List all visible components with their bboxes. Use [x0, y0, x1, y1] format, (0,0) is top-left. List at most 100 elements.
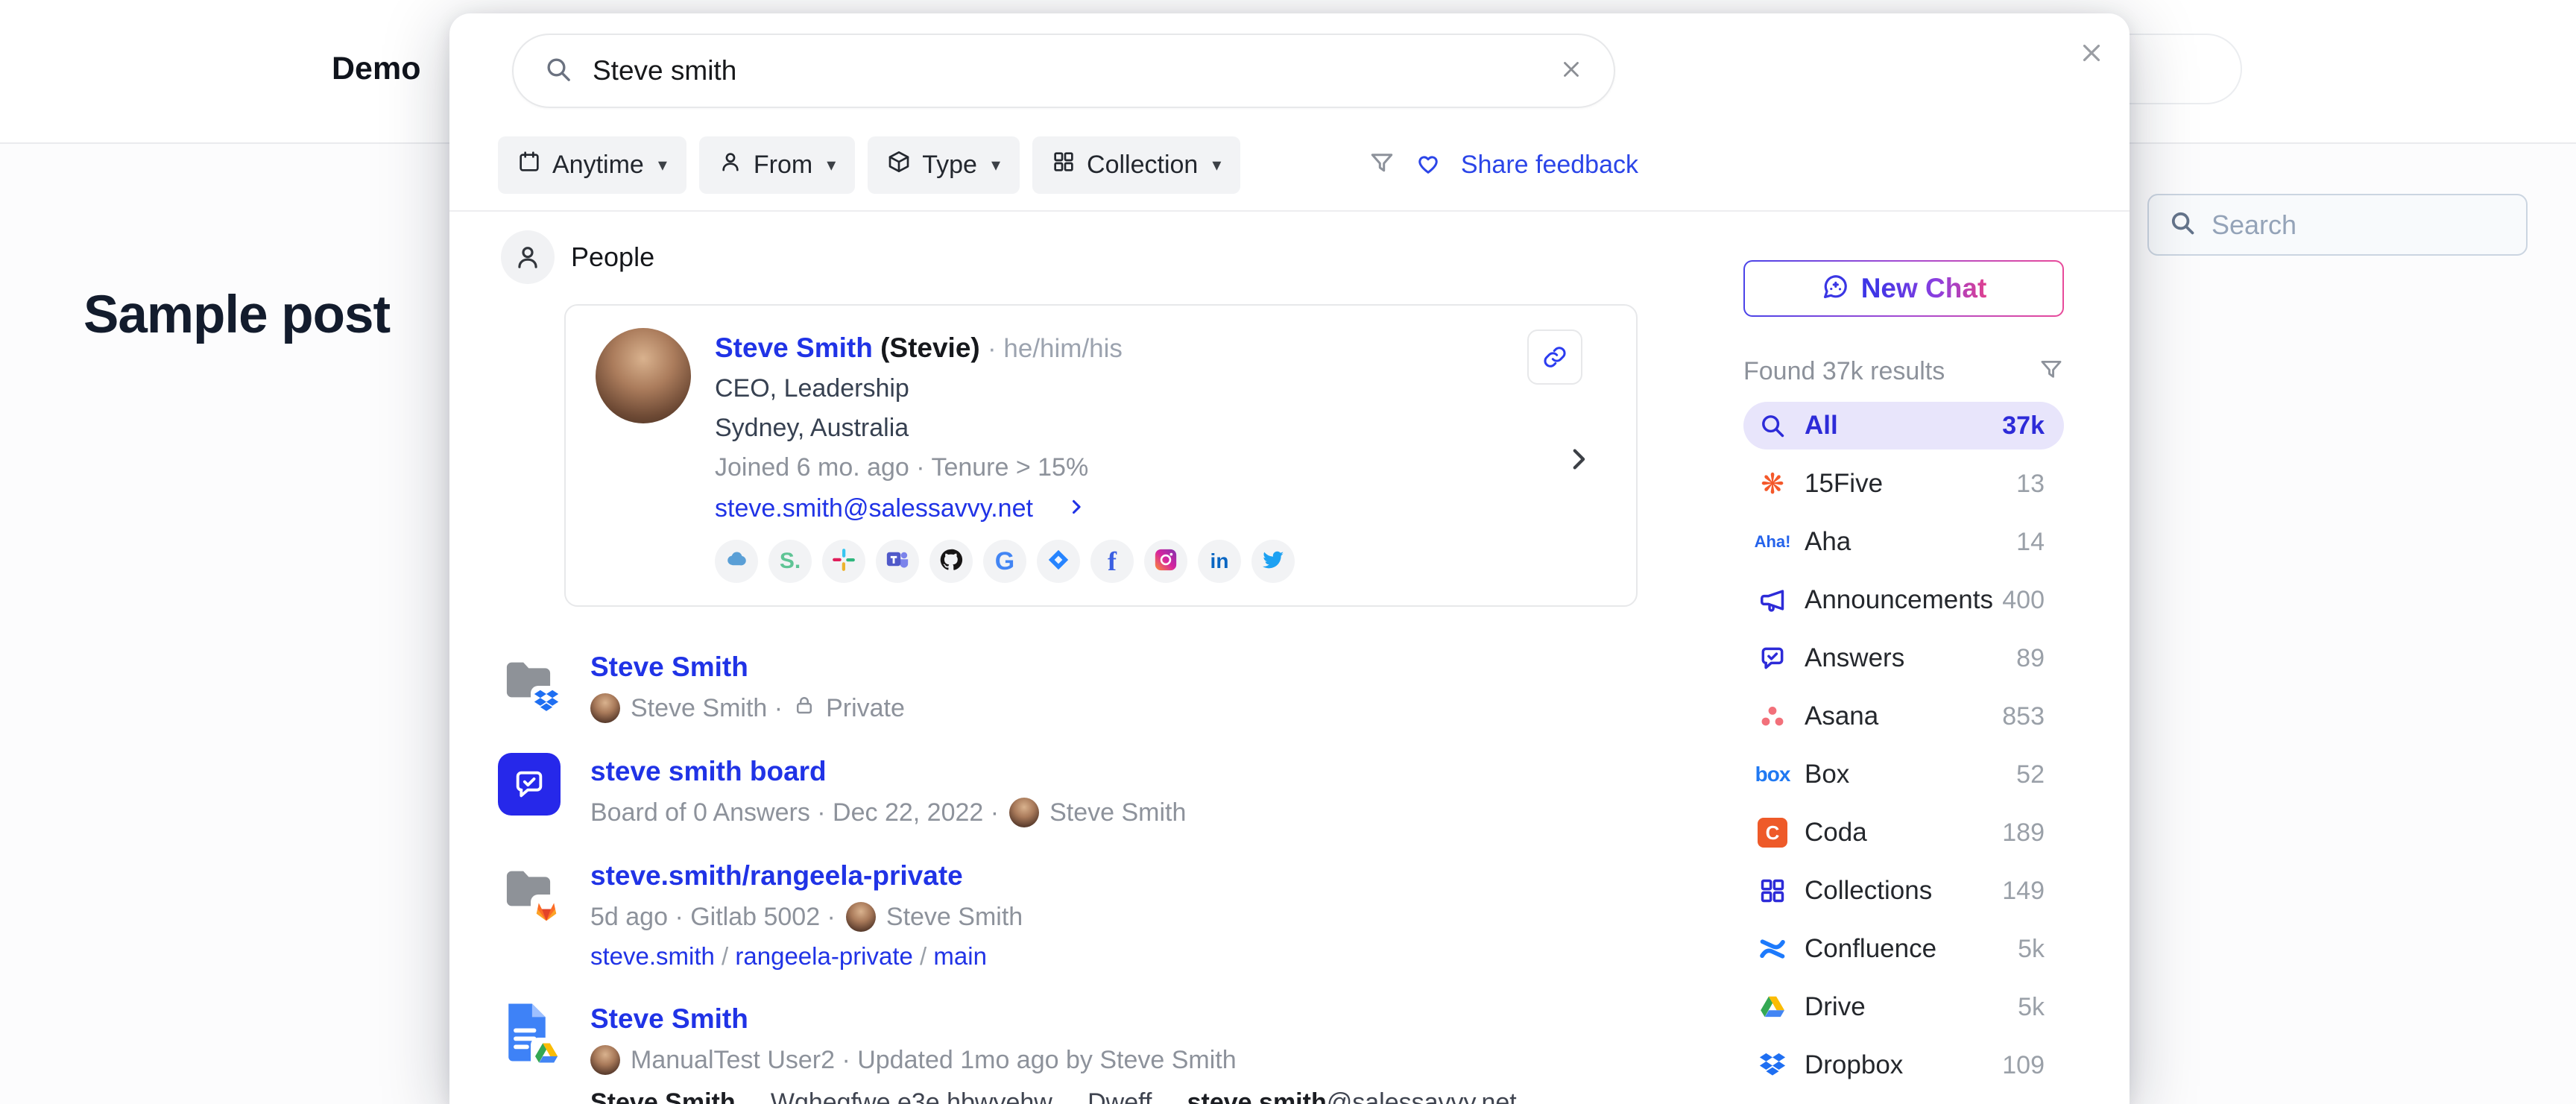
facet-15five[interactable]: ❋15Five13 [1743, 460, 2064, 508]
facet-all[interactable]: All37k [1743, 402, 2064, 450]
facet-label: Dropbox [1805, 1050, 1903, 1080]
facet-collections[interactable]: Collections 149 [1743, 867, 2064, 915]
chevron-right-icon[interactable] [1066, 496, 1087, 521]
page-search-input[interactable] [2212, 209, 2507, 241]
facet-count: 5k [2018, 935, 2045, 964]
result-source-icon [498, 649, 564, 714]
person-name-link[interactable]: Steve Smith [715, 332, 873, 363]
result-breadcrumb: steve.smith / rangeela-private / main [590, 942, 1023, 971]
heart-icon [1415, 150, 1442, 180]
avatar [590, 1045, 620, 1075]
facet-count: 149 [2002, 877, 2045, 906]
avatar [846, 902, 876, 932]
google-icon: G [995, 547, 1014, 576]
person-nickname: (Stevie) [880, 332, 980, 363]
person-tenure: Joined 6 mo. ago · Tenure > 15% [715, 453, 1295, 482]
grid-icon [1052, 150, 1076, 180]
linkedin-icon: in [1210, 549, 1229, 573]
breadcrumb-link[interactable]: main [933, 942, 987, 970]
filter-chip-from[interactable]: From▾ [699, 136, 855, 194]
facet-sidebar: New Chat Found 37k results All37k❋15Five… [1743, 212, 2064, 1104]
new-chat-button[interactable]: New Chat [1743, 260, 2064, 317]
breadcrumb-link[interactable]: rangeela-private [735, 942, 912, 970]
facet-label: Answers [1805, 643, 1904, 673]
facet-aha[interactable]: Aha!Aha14 [1743, 518, 2064, 566]
result-title-link[interactable]: Steve Smith [590, 650, 905, 684]
facet-filter-funnel-icon[interactable] [2039, 357, 2064, 386]
result-source-icon [498, 753, 564, 818]
app-link-instagram[interactable] [1144, 540, 1187, 583]
facet-label: Asana [1805, 701, 1878, 731]
breadcrumb-link[interactable]: steve.smith [590, 942, 715, 970]
search-query[interactable]: Steve smith [593, 55, 1539, 86]
facet-label: Announcements [1805, 585, 1993, 615]
facet-answers[interactable]: Answers89 [1743, 634, 2064, 682]
result-title-link[interactable]: Steve Smith [590, 1002, 1679, 1036]
facet-count: 5k [2018, 993, 2045, 1022]
coda-icon: C [1755, 818, 1790, 848]
facet-box[interactable]: boxBox52 [1743, 751, 2064, 798]
facet-label: All [1805, 411, 1838, 441]
close-icon[interactable] [2077, 39, 2110, 72]
github-icon [938, 547, 964, 576]
page-search-box[interactable] [2147, 194, 2528, 256]
app-link-jira[interactable] [1037, 540, 1080, 583]
chevron-down-icon: ▾ [1212, 154, 1221, 176]
app-link-salesforce[interactable] [715, 540, 758, 583]
result-title-link[interactable]: steve smith board [590, 754, 1186, 789]
result-body: Steve Smith Steve Smith ·Private [590, 649, 905, 723]
app-link-seismic[interactable]: S. [768, 540, 812, 583]
teams-icon [885, 547, 910, 576]
package-icon [887, 150, 911, 180]
facet-coda[interactable]: CCoda189 [1743, 809, 2064, 857]
aha-icon: Aha! [1755, 532, 1790, 552]
result-title-link[interactable]: steve.smith/rangeela-private [590, 859, 1023, 893]
facebook-icon: f [1108, 546, 1117, 577]
facet-announcements[interactable]: Announcements400 [1743, 576, 2064, 624]
facet-confluence[interactable]: Confluence5k [1743, 925, 2064, 973]
expand-person-chevron-icon[interactable] [1563, 444, 1594, 479]
result-meta: Steve Smith ·Private [590, 693, 905, 723]
result-meta-text: 5d ago · Gitlab 5002 · [590, 903, 836, 932]
app-link-slack[interactable] [822, 540, 865, 583]
facet-label: Coda [1805, 818, 1867, 848]
facet-count: 14 [2016, 528, 2045, 557]
copy-link-button[interactable] [1527, 329, 1582, 385]
people-section-icon [501, 230, 555, 284]
avatar [596, 328, 691, 423]
app-link-google[interactable]: G [983, 540, 1026, 583]
app-link-github[interactable] [929, 540, 973, 583]
result-meta-text: Steve Smith [1049, 798, 1186, 827]
facet-asana[interactable]: Asana853 [1743, 693, 2064, 740]
twitter-icon [1260, 547, 1286, 576]
result-meta-text: ManualTest User2 · Updated 1mo ago by St… [631, 1046, 1237, 1075]
share-feedback-link[interactable]: Share feedback [1461, 151, 1638, 180]
result-meta: ManualTest User2 · Updated 1mo ago by St… [590, 1045, 1679, 1075]
facet-label: Collections [1805, 876, 1932, 906]
dropbox-icon [1755, 1051, 1790, 1079]
person-card[interactable]: Steve Smith (Stevie) · he/him/his CEO, L… [564, 304, 1638, 607]
app-link-facebook[interactable]: f [1090, 540, 1134, 583]
filter-chip-anytime[interactable]: Anytime▾ [498, 136, 686, 194]
person-role: CEO, Leadership [715, 374, 1295, 403]
filter-funnel-icon[interactable] [1368, 150, 1395, 180]
app-link-linkedin[interactable]: in [1198, 540, 1241, 583]
filter-chip-collection[interactable]: Collection▾ [1032, 136, 1240, 194]
modal-search-bar[interactable]: Steve smith [512, 34, 1615, 108]
clear-search-icon[interactable] [1559, 57, 1584, 86]
modal-top: Steve smith Anytime▾From▾Type▾Collection… [449, 13, 2130, 194]
confluence-icon [1755, 935, 1790, 963]
app-link-teams[interactable] [876, 540, 919, 583]
facet-ds_config1[interactable]: INds_config13 [1743, 1100, 2064, 1104]
app-link-twitter[interactable] [1251, 540, 1295, 583]
result-meta-text: Steve Smith [886, 903, 1023, 932]
facet-drive[interactable]: Drive5k [1743, 983, 2064, 1031]
person-email-link[interactable]: steve.smith@salessavvy.net [715, 494, 1033, 523]
brand-logo[interactable]: Demo [332, 51, 420, 87]
filter-chip-type[interactable]: Type▾ [868, 136, 1020, 194]
result-meta: Board of 0 Answers · Dec 22, 2022 ·Steve… [590, 798, 1186, 827]
facet-dropbox[interactable]: Dropbox109 [1743, 1041, 2064, 1089]
people-section-label: People [571, 242, 654, 273]
result-snippet: Steve Smith ... Wqhegfwe e3e hbwyehw ...… [590, 1085, 1679, 1104]
chevron-down-icon: ▾ [827, 154, 836, 176]
